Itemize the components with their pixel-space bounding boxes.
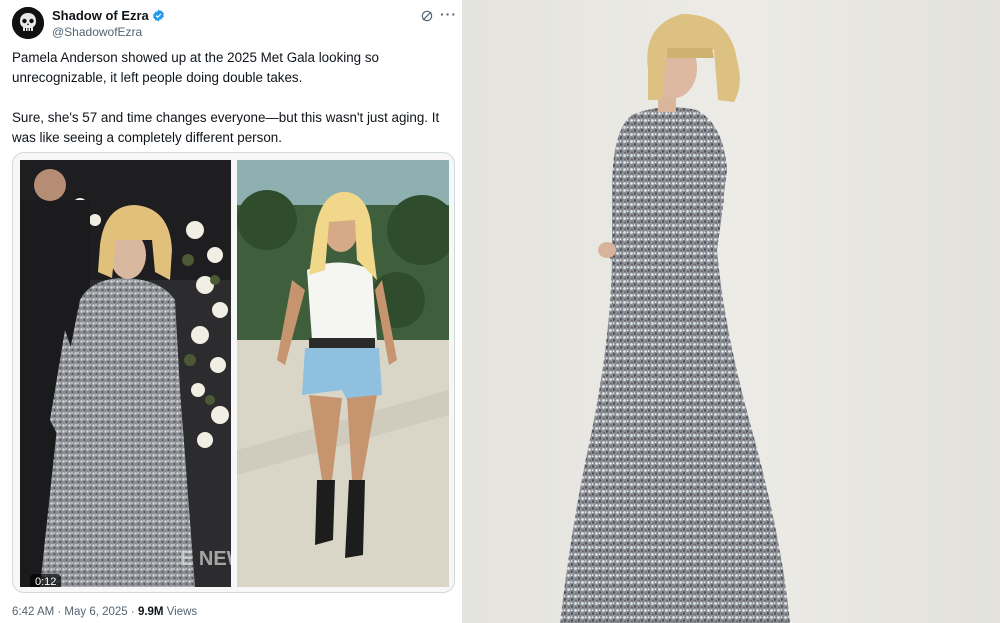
- author-name[interactable]: Shadow of Ezra: [52, 8, 149, 23]
- tweet-media[interactable]: E NEWS 0:12: [12, 152, 455, 593]
- avatar[interactable]: [12, 7, 44, 39]
- tweet-timestamp[interactable]: 6:42 AM · May 6, 2025: [12, 606, 128, 618]
- verified-badge-icon: [152, 9, 164, 22]
- video-duration: 0:12: [30, 574, 62, 587]
- vintage-photo-image: [237, 160, 449, 587]
- tweet-card: Shadow of Ezra @ShadowofEzra ··· Pamela …: [0, 0, 462, 623]
- image-1990s-photo[interactable]: [237, 160, 449, 587]
- tweet-paragraph-2: Sure, she's 57 and time changes everyone…: [12, 110, 440, 145]
- author-handle[interactable]: @ShadowofEzra: [52, 25, 142, 39]
- grok-icon[interactable]: [420, 9, 434, 23]
- views-label: Views: [163, 606, 198, 618]
- met-gala-image: E NEWS: [20, 160, 231, 587]
- views-count: 9.9M: [137, 606, 164, 618]
- video-frame-met-gala[interactable]: E NEWS 0:12: [20, 160, 231, 587]
- tweet-text: Pamela Anderson showed up at the 2025 Me…: [12, 48, 452, 168]
- tweet-header: Shadow of Ezra @ShadowofEzra ···: [12, 6, 458, 46]
- more-options-icon[interactable]: ···: [440, 6, 457, 22]
- portrait-image: [462, 0, 1000, 623]
- skull-logo-icon: [12, 7, 44, 39]
- met-gala-portrait-photo: [462, 0, 1000, 623]
- meta-separator: ·: [127, 606, 138, 618]
- author-name-row[interactable]: Shadow of Ezra: [52, 8, 165, 23]
- tweet-meta: 6:42 AM · May 6, 2025 · 9.9M Views: [12, 606, 197, 618]
- enews-watermark: E NEWS: [180, 548, 231, 570]
- tweet-paragraph-1: Pamela Anderson showed up at the 2025 Me…: [12, 50, 379, 85]
